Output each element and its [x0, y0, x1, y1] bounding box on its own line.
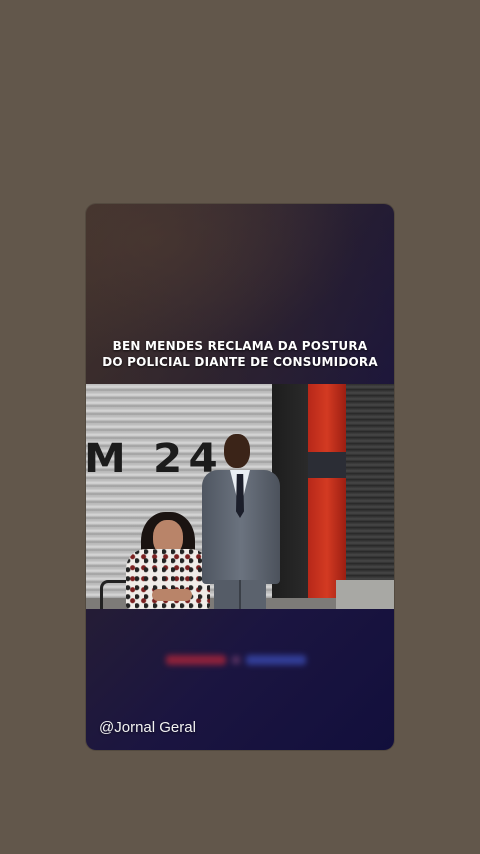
story-card[interactable]: BEN MENDES RECLAMA DA POSTURA DO POLICIA… — [86, 204, 394, 750]
man-legs — [214, 580, 266, 609]
man-tie — [236, 474, 244, 518]
blurred-channel-logo-icon — [166, 652, 306, 668]
headline-line-1: BEN MENDES RECLAMA DA POSTURA — [112, 339, 368, 353]
logo-right-block — [246, 655, 306, 665]
pillar-band — [308, 452, 346, 478]
headline-line-2: DO POLICIAL DIANTE DE CONSUMIDORA — [102, 355, 378, 369]
video-frame[interactable]: M 24 — [86, 384, 394, 609]
man-head — [224, 434, 250, 468]
story-headline: BEN MENDES RECLAMA DA POSTURA DO POLICIA… — [86, 338, 394, 370]
logo-left-block — [166, 655, 226, 665]
right-shutter — [346, 384, 394, 584]
shutter-sign-text: M 24 — [86, 436, 225, 482]
woman-hands — [152, 589, 192, 601]
right-floor — [336, 580, 394, 609]
logo-middle-block — [232, 656, 240, 664]
wheelchair — [100, 580, 127, 609]
channel-handle[interactable]: @Jornal Geral — [99, 719, 196, 737]
red-pillar — [308, 384, 346, 609]
